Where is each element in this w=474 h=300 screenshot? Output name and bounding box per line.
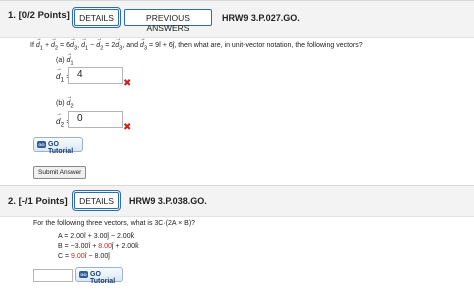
problem-statement: For the following three vectors, what is…	[33, 220, 196, 227]
answer-b-field[interactable]: 0	[68, 111, 123, 128]
vector-a-line: A = 2.00î + 3.00ĵ − 2.00k̂	[58, 233, 135, 240]
go-icon: GO	[79, 271, 88, 278]
go-tutorial-button[interactable]: GO GO Tutorial	[75, 267, 123, 285]
details-button[interactable]: DETAILS	[72, 190, 121, 211]
incorrect-icon: ✖	[123, 122, 132, 133]
submit-answer-button[interactable]: Submit Answer	[33, 166, 87, 179]
go-icon: GO	[37, 141, 46, 148]
answer-a-field[interactable]: 4	[68, 67, 123, 84]
details-button[interactable]: DETAILS	[72, 7, 121, 28]
vector-b-line: B = −3.00î + 8.00ĵ + 2.00k̂	[58, 243, 139, 250]
question-2-number: 2. [-/1 Points]	[8, 196, 68, 207]
go-tutorial-button[interactable]: GO GO Tutorial	[33, 137, 83, 155]
part-a-label: (a) d1	[56, 51, 74, 66]
part-b-label: (b) d2	[56, 94, 74, 109]
question-2-header	[0, 185, 474, 217]
answer-field[interactable]	[33, 269, 73, 282]
question-1-number: 1. [0/2 Points]	[8, 10, 70, 21]
previous-answers-button[interactable]: PREVIOUS ANSWERS	[124, 9, 212, 33]
problem-statement: If d1 + d2 = 6d3, d1 − d2 = 2d3, and d3 …	[30, 36, 363, 51]
vector-c-line: C = 9.00î − 8.00ĵ	[58, 253, 110, 260]
problem-code: HRW9 3.P.027.GO.	[222, 13, 300, 23]
problem-code: HRW9 3.P.038.GO.	[129, 196, 207, 206]
incorrect-icon: ✖	[123, 78, 132, 89]
